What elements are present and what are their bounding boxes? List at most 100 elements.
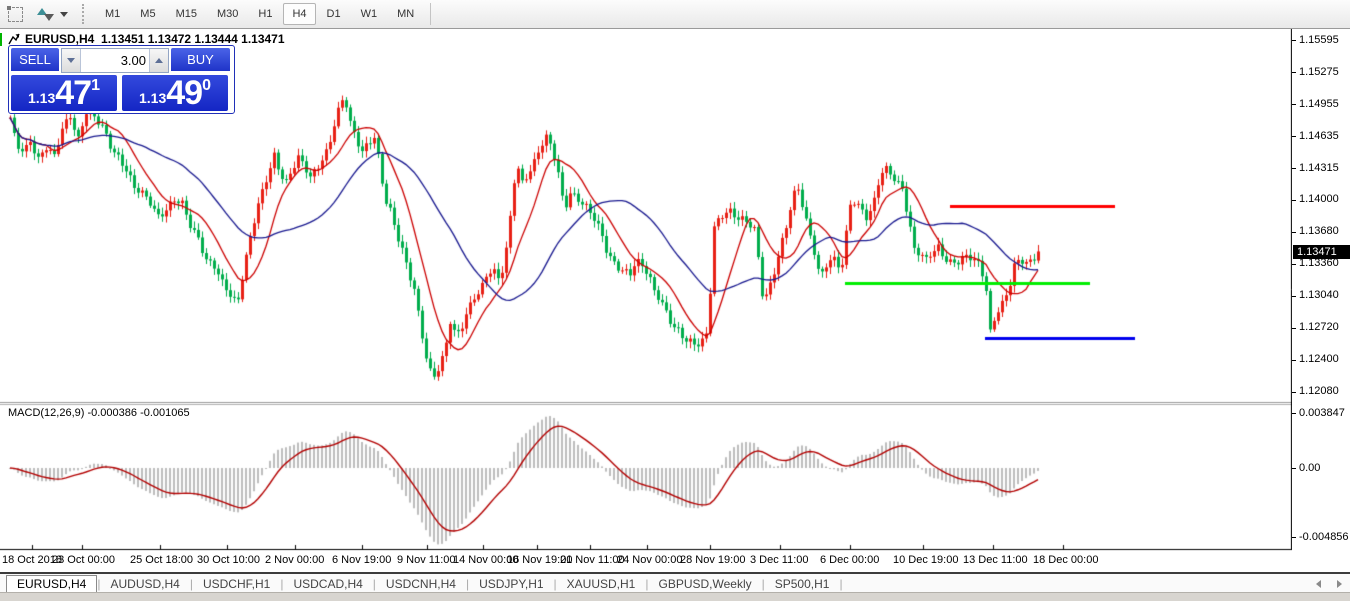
sell-price-prefix: 1.13 xyxy=(28,90,55,106)
timeframe-button-m15[interactable]: M15 xyxy=(167,3,206,25)
time-axis-label: 9 Nov 11:00 xyxy=(397,554,456,566)
time-axis-label: 30 Oct 10:00 xyxy=(197,554,260,566)
timeframe-button-m30[interactable]: M30 xyxy=(208,3,247,25)
timeframe-button-m1[interactable]: M1 xyxy=(96,3,129,25)
tab-eurusd-h4[interactable]: EURUSD,H4 xyxy=(6,575,97,593)
price-axis-tick xyxy=(1292,232,1296,233)
tab-usdjpy-h1[interactable]: USDJPY,H1 xyxy=(469,576,553,592)
sell-price-sup: 1 xyxy=(91,77,100,95)
buy-price-display[interactable]: 1.13490 xyxy=(122,75,228,111)
time-axis-label: 28 Nov 19:00 xyxy=(680,554,745,566)
sell-button-label: SELL xyxy=(19,52,51,67)
tab-separator: | xyxy=(839,577,842,591)
chart-symbol-icon xyxy=(8,33,20,45)
sell-price-display[interactable]: 1.13471 xyxy=(11,75,117,111)
tab-scroll-left-icon[interactable] xyxy=(1316,580,1321,588)
price-axis-tick xyxy=(1292,72,1296,73)
tab-usdcnh-h4[interactable]: USDCNH,H4 xyxy=(376,576,466,592)
buy-button-label: BUY xyxy=(187,52,214,67)
time-axis-label: 21 Nov 11:00 xyxy=(560,554,625,566)
volume-decrease-button[interactable] xyxy=(62,49,81,72)
price-axis-label: 1.14635 xyxy=(1299,130,1339,142)
sell-price-big: 47 xyxy=(55,76,91,110)
time-axis-label: 3 Dec 11:00 xyxy=(750,554,809,566)
macd-axis-label: -0.004856 xyxy=(1299,531,1349,543)
macd-axis-tick xyxy=(1292,468,1296,469)
chart-shift-icon[interactable] xyxy=(8,7,23,22)
time-axis-label: 10 Dec 19:00 xyxy=(893,554,958,566)
chart-title: EURUSD,H4 1.13451 1.13472 1.13444 1.1347… xyxy=(25,32,285,46)
timeframe-button-group: M1M5M15M30H1H4D1W1MN xyxy=(95,3,424,25)
time-axis-label: 25 Oct 18:00 xyxy=(130,554,193,566)
tab-audusd-h4[interactable]: AUDUSD,H4 xyxy=(100,576,189,592)
buy-price-prefix: 1.13 xyxy=(139,90,166,106)
stepper-up-icon xyxy=(155,58,163,63)
tab-usdcad-h4[interactable]: USDCAD,H4 xyxy=(283,576,372,592)
macd-axis-label: 0.003847 xyxy=(1299,407,1345,419)
chart-window: EURUSD,H4 1.13451 1.13472 1.13444 1.1347… xyxy=(0,29,1350,572)
timeframe-button-m5[interactable]: M5 xyxy=(131,3,164,25)
price-axis-tick xyxy=(1292,200,1296,201)
price-axis-label: 1.14000 xyxy=(1299,193,1339,205)
time-axis-label: 2 Nov 00:00 xyxy=(265,554,324,566)
buy-price-sup: 0 xyxy=(202,77,211,95)
toolbar-grip[interactable] xyxy=(82,4,87,24)
stepper-down-icon xyxy=(67,58,75,63)
toolbar-separator xyxy=(430,3,431,25)
price-axis-label: 1.12400 xyxy=(1299,353,1339,365)
price-axis-tick xyxy=(1292,104,1296,105)
time-axis-label: 18 Dec 00:00 xyxy=(1033,554,1098,566)
current-price-badge: 1.13471 xyxy=(1293,245,1350,259)
price-axis-label: 1.12080 xyxy=(1299,385,1339,397)
tab-xauusd-h1[interactable]: XAUUSD,H1 xyxy=(557,576,646,592)
timeframe-button-mn[interactable]: MN xyxy=(388,3,423,25)
tab-sp500-h1[interactable]: SP500,H1 xyxy=(765,576,840,592)
time-axis-label: 13 Dec 11:00 xyxy=(963,554,1028,566)
price-axis-tick xyxy=(1292,328,1296,329)
price-axis-tick xyxy=(1292,40,1296,41)
buy-price-big: 49 xyxy=(166,76,202,110)
price-axis-label: 1.13040 xyxy=(1299,289,1339,301)
price-axis-label: 1.14955 xyxy=(1299,98,1339,110)
price-axis-tick xyxy=(1292,296,1296,297)
time-axis-label: 6 Dec 00:00 xyxy=(820,554,879,566)
tab-usdchf-h1[interactable]: USDCHF,H1 xyxy=(193,576,280,592)
time-axis-label: 24 Nov 00:00 xyxy=(617,554,682,566)
volume-increase-button[interactable] xyxy=(149,49,168,72)
sell-button[interactable]: SELL xyxy=(11,48,59,73)
macd-label: MACD(12,26,9) -0.000386 -0.001065 xyxy=(8,407,190,419)
timeframe-button-w1[interactable]: W1 xyxy=(352,3,387,25)
timeframe-button-h1[interactable]: H1 xyxy=(249,3,281,25)
time-axis[interactable]: 18 Oct 201823 Oct 00:0025 Oct 18:0030 Oc… xyxy=(0,551,1292,571)
price-axis-tick xyxy=(1292,264,1296,265)
price-axis-label: 1.12720 xyxy=(1299,321,1339,333)
macd-axis-label: 0.00 xyxy=(1299,462,1320,474)
left-edge-marker xyxy=(0,33,2,46)
tab-scroll-right-icon[interactable] xyxy=(1337,580,1342,588)
symbol-tab-bar: EURUSD,H4|AUDUSD,H4|USDCHF,H1|USDCAD,H4|… xyxy=(0,572,1350,594)
arrow-down-icon xyxy=(44,14,54,21)
macd-axis-tick xyxy=(1292,537,1296,538)
price-axis[interactable]: 1.15595 1.15275 1.14955 1.14635 1.14315 1.140… xyxy=(1292,29,1350,551)
price-axis-label: 1.15275 xyxy=(1299,66,1339,78)
time-axis-label: 6 Nov 19:00 xyxy=(332,554,391,566)
price-axis-tick xyxy=(1292,392,1296,393)
symbol-tabs: EURUSD,H4|AUDUSD,H4|USDCHF,H1|USDCAD,H4|… xyxy=(0,575,843,593)
dropdown-caret-icon[interactable] xyxy=(60,12,68,17)
price-axis-label: 1.13680 xyxy=(1299,225,1339,237)
tab-gbpusd-weekly[interactable]: GBPUSD,Weekly xyxy=(648,576,761,592)
volume-input[interactable] xyxy=(81,49,149,72)
order-arrows-icon[interactable] xyxy=(37,8,68,21)
timeframe-button-h4[interactable]: H4 xyxy=(283,3,315,25)
time-axis-label: 23 Oct 00:00 xyxy=(52,554,115,566)
buy-button[interactable]: BUY xyxy=(171,48,230,73)
volume-stepper xyxy=(61,48,169,73)
macd-axis-tick xyxy=(1292,413,1296,414)
price-axis-label: 1.15595 xyxy=(1299,34,1339,46)
price-axis-tick xyxy=(1292,168,1296,169)
toolbar: M1M5M15M30H1H4D1W1MN xyxy=(0,0,1350,29)
price-axis-tick xyxy=(1292,360,1296,361)
timeframe-button-d1[interactable]: D1 xyxy=(318,3,350,25)
price-axis-label: 1.14315 xyxy=(1299,162,1339,174)
one-click-trade-panel: SELL BUY 1.13471 1.13490 xyxy=(8,45,235,114)
